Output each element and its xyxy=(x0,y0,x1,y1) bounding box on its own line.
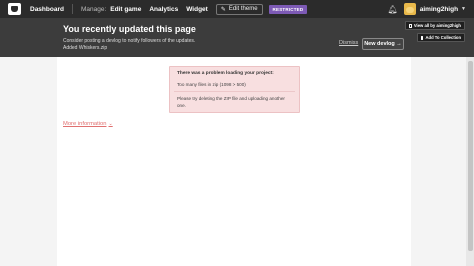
devlog-banner: You recently updated this page Consider … xyxy=(0,18,474,57)
top-navigation-bar: Dashboard Manage: Edit game Analytics Wi… xyxy=(0,0,474,18)
avatar[interactable] xyxy=(403,3,416,15)
banner-message: Consider posting a devlog to notify foll… xyxy=(63,38,196,44)
banner-update-detail: Added Whiskers.zip xyxy=(63,45,108,51)
error-hint: Please try deleting the ZIP file and upl… xyxy=(177,96,285,108)
pencil-icon: ✎ xyxy=(220,6,226,13)
edit-theme-label: Edit theme xyxy=(228,6,258,12)
error-message-box: There was a problem loading your project… xyxy=(169,66,300,113)
manage-label: Manage: xyxy=(80,5,107,13)
nav-divider xyxy=(71,4,73,14)
view-all-label: View all by aiming2high xyxy=(413,23,461,28)
restricted-badge[interactable]: RESTRICTED xyxy=(268,4,308,14)
page-scrollbar[interactable] xyxy=(466,57,474,266)
nav-edit-game-link[interactable]: Edit game xyxy=(110,6,141,13)
error-detail: Too many files in zip (1098 > 500) xyxy=(177,82,246,87)
view-all-icon xyxy=(409,23,412,28)
add-to-collection-button[interactable]: Add To Collection xyxy=(417,33,465,42)
username-link[interactable]: aiming2high xyxy=(420,6,458,13)
dismiss-link[interactable]: Dismiss xyxy=(339,40,358,46)
itch-logo-icon[interactable] xyxy=(8,3,21,15)
nav-analytics-link[interactable]: Analytics xyxy=(149,6,178,13)
nav-dashboard-link[interactable]: Dashboard xyxy=(30,6,64,13)
collection-icon xyxy=(421,35,424,40)
chevron-down-icon: ⌄ xyxy=(108,121,113,127)
view-all-by-author-button[interactable]: View all by aiming2high xyxy=(405,21,465,30)
banner-title: You recently updated this page xyxy=(63,24,196,34)
edit-theme-button[interactable]: ✎ Edit theme xyxy=(215,3,263,15)
error-title: There was a problem loading your project… xyxy=(177,71,274,76)
more-information-label: More information xyxy=(63,121,107,127)
bell-icon[interactable]: 🔔︎ xyxy=(388,5,398,14)
chevron-down-icon[interactable]: ▼ xyxy=(461,6,466,12)
add-to-collection-label: Add To Collection xyxy=(425,35,461,40)
nav-widget-link[interactable]: Widget xyxy=(186,6,208,13)
error-divider xyxy=(174,91,295,92)
more-information-link[interactable]: More information ⌄ xyxy=(63,121,113,127)
new-devlog-button[interactable]: New devlog → xyxy=(362,38,404,50)
scrollbar-thumb[interactable] xyxy=(467,61,473,251)
